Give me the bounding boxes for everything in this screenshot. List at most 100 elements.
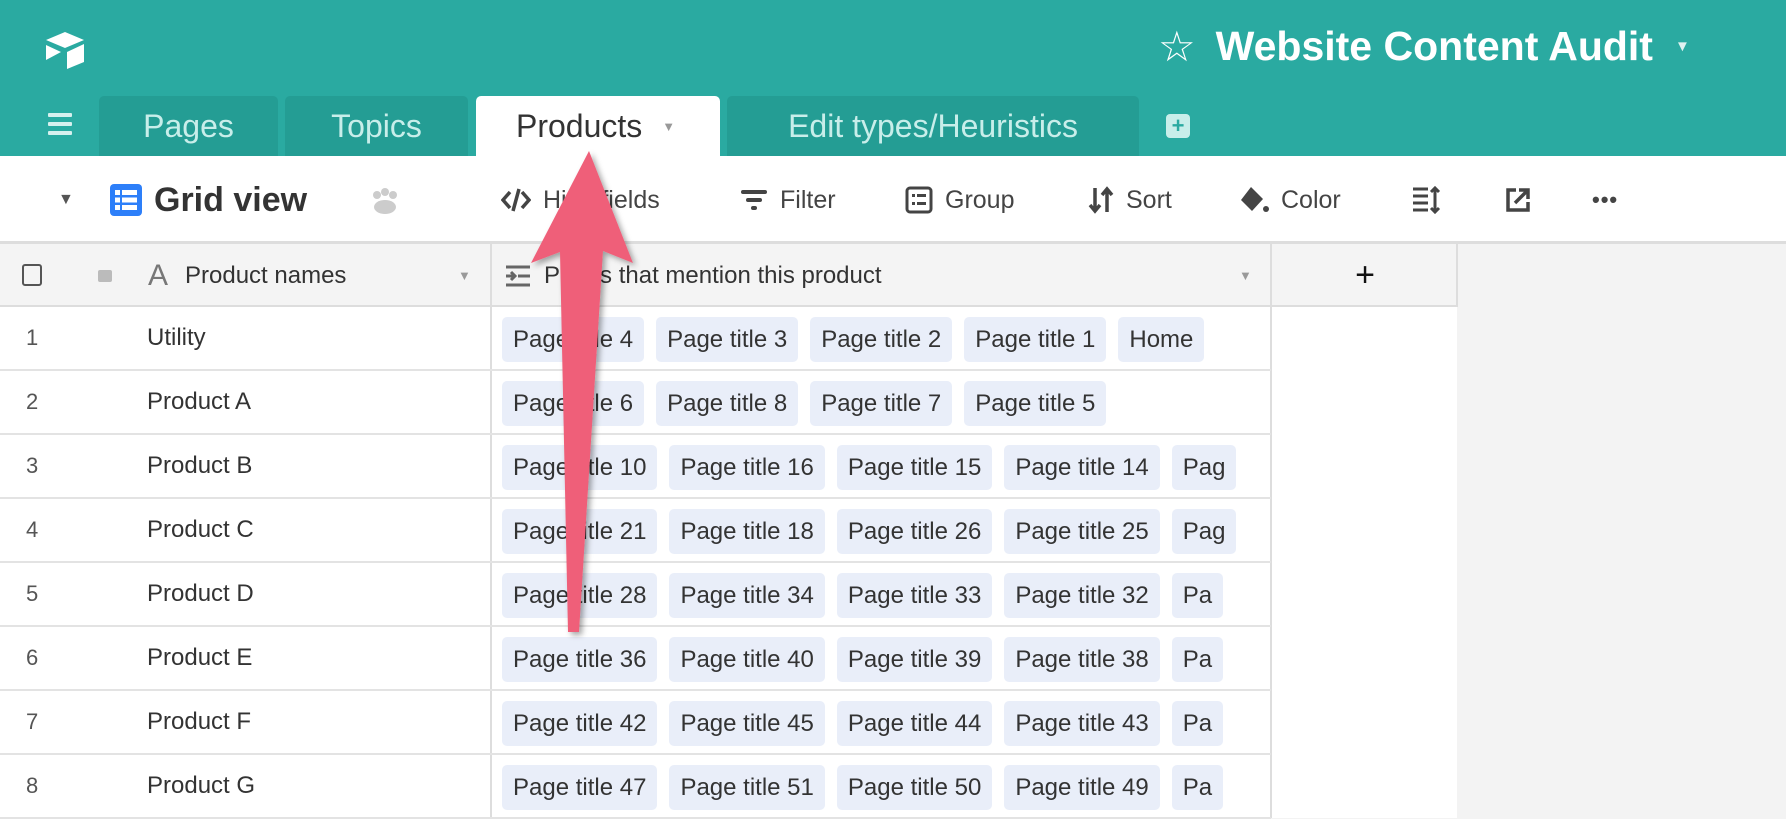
- color-button[interactable]: Color: [1239, 156, 1341, 244]
- linked-pages-cell[interactable]: Page title 4 Page title 3 Page title 2 Page…: [502, 317, 1271, 362]
- share-view-button[interactable]: [1505, 156, 1543, 244]
- linked-record-pill[interactable]: Page title 2: [810, 317, 953, 362]
- product-name-cell[interactable]: Product D: [147, 563, 254, 625]
- hide-fields-label: Hide fields: [543, 185, 660, 214]
- linked-record-pill[interactable]: Page title 16: [669, 445, 825, 490]
- linked-record-pill[interactable]: Page title 51: [669, 765, 825, 810]
- linked-record-pill[interactable]: Page title 21: [502, 509, 658, 554]
- linked-record-pill[interactable]: Page title 10: [502, 445, 658, 490]
- select-all-checkbox[interactable]: [22, 264, 42, 286]
- chevron-down-icon[interactable]: ▼: [58, 156, 74, 244]
- linked-pages-cell[interactable]: Page title 10 Page title 16 Page title 15 P…: [502, 445, 1271, 490]
- tab-edit-types-heuristics[interactable]: Edit types/Heuristics: [727, 96, 1139, 156]
- table-row[interactable]: 4 Product C Page title 21 Page title 18 Pa…: [0, 499, 1271, 563]
- chevron-down-icon[interactable]: ▼: [1239, 244, 1252, 307]
- linked-record-pill[interactable]: Page title 42: [502, 701, 658, 746]
- sort-icon: [1088, 186, 1114, 214]
- linked-record-pill[interactable]: Page title 1: [964, 317, 1107, 362]
- group-button[interactable]: Group: [905, 156, 1014, 244]
- linked-record-pill[interactable]: Page title 7: [810, 381, 953, 426]
- linked-record-pill[interactable]: Page title 14: [1004, 445, 1160, 490]
- base-title[interactable]: ☆ Website Content Audit ▼: [1158, 22, 1690, 71]
- linked-record-icon: [506, 265, 530, 287]
- linked-record-pill[interactable]: Page title 34: [669, 573, 825, 618]
- linked-record-pill[interactable]: Page title 15: [836, 445, 993, 490]
- product-name-cell[interactable]: Product C: [147, 499, 254, 561]
- chevron-down-icon[interactable]: ▼: [1675, 38, 1690, 55]
- add-table-button[interactable]: +: [1166, 114, 1190, 138]
- collaborators-icon[interactable]: [368, 156, 414, 244]
- tab-pages[interactable]: Pages: [99, 96, 278, 156]
- table-row[interactable]: 3 Product B Page title 10 Page title 16 Pa…: [0, 435, 1271, 499]
- linked-pages-cell[interactable]: Page title 36 Page title 40 Page title 39 P…: [502, 637, 1271, 682]
- linked-record-pill[interactable]: Page title 39: [836, 637, 993, 682]
- table-row[interactable]: 8 Product G Page title 47 Page title 51 Pa…: [0, 755, 1271, 819]
- product-name-cell[interactable]: Product F: [147, 691, 251, 753]
- linked-record-pill[interactable]: Page title 45: [669, 701, 825, 746]
- menu-icon[interactable]: [48, 113, 72, 135]
- linked-record-pill[interactable]: Page title 32: [1004, 573, 1160, 618]
- sort-button[interactable]: Sort: [1088, 156, 1172, 244]
- tab-label: Pages: [143, 107, 234, 144]
- linked-record-pill[interactable]: Page title 36: [502, 637, 658, 682]
- airtable-logo[interactable]: [42, 30, 88, 70]
- row-number: 2: [26, 389, 39, 414]
- tab-topics[interactable]: Topics: [285, 96, 468, 156]
- tab-products[interactable]: Products ▼: [476, 96, 720, 156]
- linked-record-pill[interactable]: Pag: [1171, 445, 1237, 490]
- hide-fields-button[interactable]: Hide fields: [501, 156, 660, 244]
- sort-label: Sort: [1126, 185, 1172, 214]
- star-icon[interactable]: ☆: [1158, 22, 1196, 71]
- linked-record-pill[interactable]: Page title 43: [1004, 701, 1160, 746]
- linked-record-pill[interactable]: Page title 6: [502, 381, 645, 426]
- column-header-pages[interactable]: Pages that mention this product: [544, 244, 882, 307]
- linked-record-pill[interactable]: Home: [1118, 317, 1205, 362]
- table-row[interactable]: 2 Product A Page title 6 Page title 8 Page…: [0, 371, 1271, 435]
- linked-record-pill[interactable]: Page title 8: [656, 381, 799, 426]
- linked-record-pill[interactable]: Page title 5: [964, 381, 1107, 426]
- product-name-cell[interactable]: Utility: [147, 307, 206, 369]
- linked-record-pill[interactable]: Page title 44: [836, 701, 993, 746]
- linked-record-pill[interactable]: Page title 40: [669, 637, 825, 682]
- filter-button[interactable]: Filter: [740, 156, 836, 244]
- view-switcher[interactable]: Grid view: [110, 156, 307, 244]
- chevron-down-icon[interactable]: ▼: [458, 244, 471, 307]
- product-name-cell[interactable]: Product B: [147, 435, 252, 497]
- linked-record-pill[interactable]: Pa: [1171, 701, 1224, 746]
- linked-record-pill[interactable]: Pa: [1171, 765, 1224, 810]
- linked-record-pill[interactable]: Page title 28: [502, 573, 658, 618]
- linked-record-pill[interactable]: Page title 25: [1004, 509, 1160, 554]
- linked-pages-cell[interactable]: Page title 6 Page title 8 Page title 7 Page…: [502, 381, 1271, 426]
- chevron-down-icon[interactable]: ▼: [662, 119, 675, 134]
- table-row[interactable]: 6 Product E Page title 36 Page title 40 Pa…: [0, 627, 1271, 691]
- linked-pages-cell[interactable]: Page title 21 Page title 18 Page title 26 P…: [502, 509, 1271, 554]
- linked-record-pill[interactable]: Page title 38: [1004, 637, 1160, 682]
- linked-record-pill[interactable]: Pag: [1171, 509, 1237, 554]
- linked-record-pill[interactable]: Page title 26: [836, 509, 993, 554]
- row-height-button[interactable]: [1412, 156, 1454, 244]
- column-header-row: A Product names ▼ Pages that mention thi…: [0, 244, 1457, 307]
- table-row[interactable]: 7 Product F Page title 42 Page title 45 Pa…: [0, 691, 1271, 755]
- linked-record-pill[interactable]: Page title 47: [502, 765, 658, 810]
- linked-record-pill[interactable]: Page title 50: [836, 765, 993, 810]
- row-number: 7: [26, 709, 39, 734]
- grid-view-icon: [110, 184, 142, 216]
- linked-record-pill[interactable]: Page title 33: [836, 573, 993, 618]
- linked-record-pill[interactable]: Page title 18: [669, 509, 825, 554]
- add-field-button[interactable]: +: [1273, 244, 1457, 307]
- product-name-cell[interactable]: Product E: [147, 627, 252, 689]
- linked-pages-cell[interactable]: Page title 47 Page title 51 Page title 50 P…: [502, 765, 1271, 810]
- table-row[interactable]: 5 Product D Page title 28 Page title 34 Pa…: [0, 563, 1271, 627]
- linked-record-pill[interactable]: Page title 49: [1004, 765, 1160, 810]
- product-name-cell[interactable]: Product A: [147, 371, 251, 433]
- linked-record-pill[interactable]: Page title 3: [656, 317, 799, 362]
- linked-record-pill[interactable]: Pa: [1171, 637, 1224, 682]
- linked-record-pill[interactable]: Pa: [1171, 573, 1224, 618]
- linked-pages-cell[interactable]: Page title 28 Page title 34 Page title 33 P…: [502, 573, 1271, 618]
- more-options-icon[interactable]: •••: [1592, 156, 1618, 244]
- column-header-product-names[interactable]: Product names: [185, 244, 346, 307]
- linked-record-pill[interactable]: Page title 4: [502, 317, 645, 362]
- table-row[interactable]: 1 Utility Page title 4 Page title 3 Page t…: [0, 307, 1271, 371]
- product-name-cell[interactable]: Product G: [147, 755, 255, 817]
- linked-pages-cell[interactable]: Page title 42 Page title 45 Page title 44 P…: [502, 701, 1271, 746]
